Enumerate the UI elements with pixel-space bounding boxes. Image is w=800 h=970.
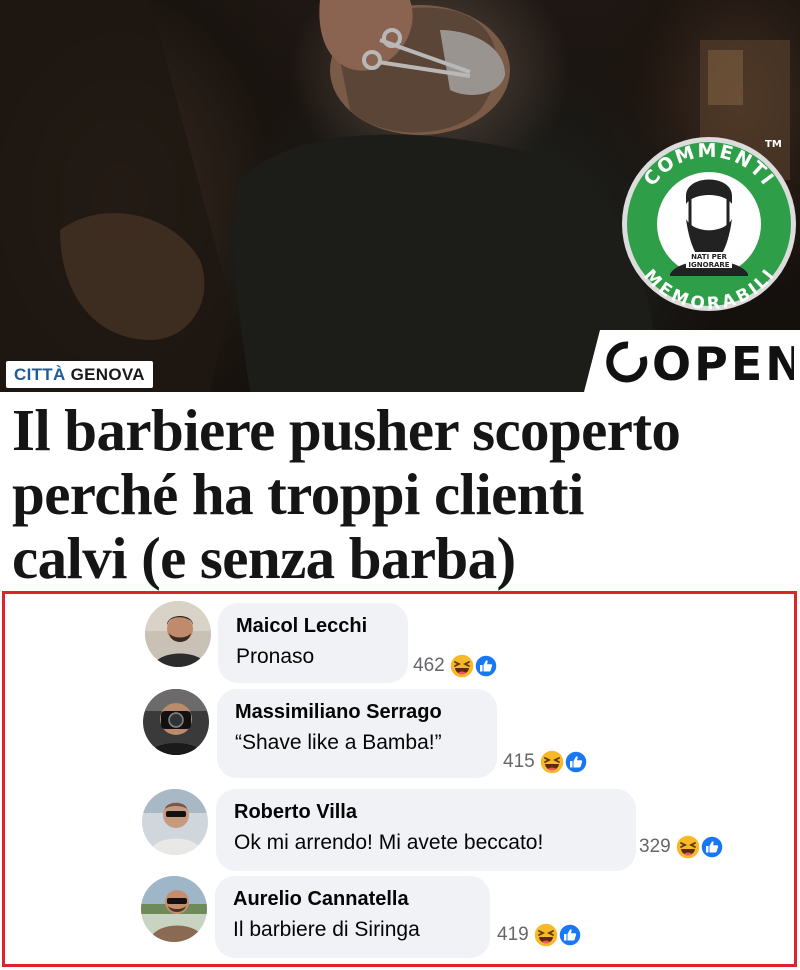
open-logo-mark: OPEN bbox=[606, 337, 794, 387]
comment-item: Maicol Lecchi Pronaso 462 bbox=[5, 594, 795, 689]
avatar[interactable] bbox=[142, 789, 208, 855]
avatar-photo bbox=[145, 601, 211, 667]
headline-line-3: calvi (e senza barba) bbox=[12, 525, 516, 591]
haha-icon bbox=[674, 834, 701, 860]
comment-bubble[interactable]: Massimiliano Serrago “Shave like a Bamba… bbox=[217, 689, 497, 778]
like-icon bbox=[473, 654, 498, 678]
haha-icon bbox=[532, 922, 559, 948]
reaction-summary[interactable]: 415 bbox=[503, 749, 589, 775]
reaction-count: 419 bbox=[497, 924, 529, 945]
comment-item: Aurelio Cannatella Il barbiere di Siring… bbox=[5, 876, 795, 964]
avatar[interactable] bbox=[145, 601, 211, 667]
reaction-count: 462 bbox=[413, 655, 445, 676]
comment-author[interactable]: Maicol Lecchi bbox=[236, 613, 392, 639]
avatar-photo bbox=[143, 689, 209, 755]
reaction-summary[interactable]: 419 bbox=[497, 922, 583, 948]
article-headline[interactable]: Il barbiere pusher scoperto perché ha tr… bbox=[12, 398, 792, 590]
comment-text: Il barbiere di Siringa bbox=[233, 918, 420, 941]
badge-tagline-2: IGNORARE bbox=[688, 261, 729, 269]
comments-highlight-frame: Maicol Lecchi Pronaso 462 Massimiliano S… bbox=[2, 591, 797, 967]
comment-author[interactable]: Roberto Villa bbox=[234, 799, 620, 825]
comment-text: Pronaso bbox=[236, 645, 315, 668]
headline-line-1: Il barbiere pusher scoperto bbox=[12, 397, 681, 463]
avatar[interactable] bbox=[143, 689, 209, 755]
reaction-summary[interactable]: 329 bbox=[639, 834, 725, 860]
open-publisher-logo[interactable]: OPEN bbox=[584, 330, 800, 392]
open-logo-text: OPEN bbox=[652, 337, 794, 387]
like-icon bbox=[699, 835, 724, 859]
article-hero-image: CITTÀ GENOVA COMMENTI MEMORABILI NATI PE… bbox=[0, 0, 800, 392]
avatar-photo bbox=[141, 876, 207, 942]
comment-item: Roberto Villa Ok mi arrendo! Mi avete be… bbox=[5, 789, 795, 877]
badge-tagline-1: NATI PER bbox=[691, 253, 727, 261]
reaction-count: 329 bbox=[639, 836, 671, 857]
comment-author[interactable]: Aurelio Cannatella bbox=[233, 886, 474, 912]
headline-line-2: perché ha troppi clienti bbox=[12, 461, 584, 527]
comment-item: Massimiliano Serrago “Shave like a Bamba… bbox=[5, 689, 795, 789]
comment-author[interactable]: Massimiliano Serrago bbox=[235, 699, 481, 725]
category-tag[interactable]: CITTÀ GENOVA bbox=[6, 361, 153, 388]
comment-bubble[interactable]: Aurelio Cannatella Il barbiere di Siring… bbox=[215, 876, 490, 958]
avatar[interactable] bbox=[141, 876, 207, 942]
like-icon bbox=[557, 923, 582, 947]
haha-icon bbox=[538, 749, 565, 775]
like-icon bbox=[563, 750, 588, 774]
category-place: GENOVA bbox=[70, 365, 145, 384]
comment-text: “Shave like a Bamba!” bbox=[235, 731, 442, 754]
avatar-photo bbox=[142, 789, 208, 855]
reaction-summary[interactable]: 462 bbox=[413, 653, 499, 679]
category-city: CITTÀ bbox=[14, 365, 66, 384]
comment-bubble[interactable]: Maicol Lecchi Pronaso bbox=[218, 603, 408, 683]
commenti-memorabili-badge-logo: COMMENTI MEMORABILI NATI PER IGNORARE TM bbox=[622, 137, 796, 314]
comment-bubble[interactable]: Roberto Villa Ok mi arrendo! Mi avete be… bbox=[216, 789, 636, 871]
comment-text: Ok mi arrendo! Mi avete beccato! bbox=[234, 831, 544, 854]
badge-trademark: TM bbox=[765, 139, 782, 150]
reaction-count: 415 bbox=[503, 751, 535, 772]
haha-icon bbox=[448, 653, 475, 679]
